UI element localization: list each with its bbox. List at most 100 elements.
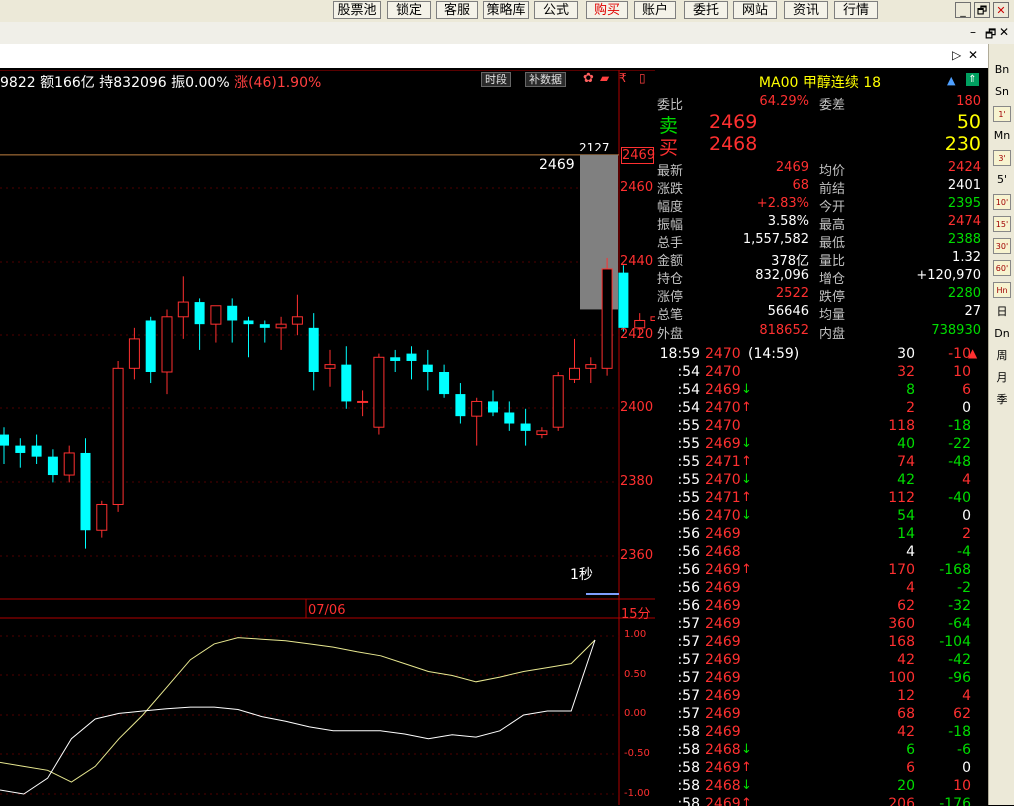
- period-3[interactable]: Mn: [993, 128, 1011, 144]
- quote-value: 2474: [947, 214, 981, 229]
- quote-label: 涨跌: [657, 182, 684, 197]
- period-14[interactable]: 月: [993, 370, 1011, 386]
- toolbar-button-8[interactable]: 网站: [733, 1, 777, 19]
- tick-row: :55 2470 118 -18: [655, 418, 985, 436]
- candle-body: [243, 320, 254, 325]
- buy-label: 买: [659, 137, 679, 159]
- tick-price: 2471: [705, 490, 741, 506]
- quote-value: 2395: [947, 196, 981, 211]
- tick-volume: 54: [897, 508, 915, 524]
- tick-open-interest: 10: [953, 778, 971, 794]
- play-icon[interactable]: ▷: [952, 48, 961, 62]
- toolbar-button-2[interactable]: 客服: [436, 1, 478, 19]
- price-axis-label: 2400: [620, 400, 654, 415]
- tick-volume: 74: [897, 454, 915, 470]
- candle-body: [210, 305, 222, 325]
- tick-time: 18:59: [659, 346, 700, 362]
- toolbar-button-4[interactable]: 公式: [534, 1, 578, 19]
- period-label: 15分: [621, 607, 651, 622]
- tick-time: :58: [677, 742, 700, 758]
- restore-icon[interactable]: –: [970, 25, 976, 39]
- restore-button[interactable]: 🗗: [974, 2, 990, 18]
- quote-label: 持仓: [657, 272, 684, 287]
- toolbar-button-10[interactable]: 行情: [834, 1, 878, 19]
- period-5[interactable]: 5': [993, 172, 1011, 188]
- quote-label: 增仓: [819, 272, 846, 287]
- period-2[interactable]: 1': [993, 106, 1011, 122]
- tick-volume: 20: [897, 778, 915, 794]
- candle-body: [455, 394, 466, 417]
- tick-row: :55 2471 ↑ 74 -48: [655, 454, 985, 472]
- candle-body: [194, 302, 205, 325]
- tick-row: :54 2470 32 10: [655, 364, 985, 382]
- period-4[interactable]: 3': [993, 150, 1011, 166]
- tick-open-interest: 62: [953, 706, 971, 722]
- period-0[interactable]: Bn: [993, 62, 1011, 78]
- toolbar-button-9[interactable]: 资讯: [784, 1, 828, 19]
- tick-volume: 42: [897, 724, 915, 740]
- price-label: 2469: [539, 157, 575, 173]
- period-15[interactable]: 季: [993, 392, 1011, 408]
- tick-volume: 62: [897, 598, 915, 614]
- tick-direction-icon: ↓: [741, 778, 752, 793]
- period-8[interactable]: 30': [993, 238, 1011, 254]
- tick-time: :57: [677, 688, 700, 704]
- close-icon[interactable]: ✕: [999, 25, 1009, 39]
- tick-volume: 42: [897, 472, 915, 488]
- candle-body: [227, 305, 238, 321]
- period-6[interactable]: 10': [993, 194, 1011, 210]
- quote-value: 27: [964, 304, 981, 319]
- panel-header: ▷ ✕: [0, 44, 988, 68]
- period-1[interactable]: Sn: [993, 84, 1011, 100]
- period-9[interactable]: 60': [993, 260, 1011, 276]
- period-12[interactable]: Dn: [993, 326, 1011, 342]
- close-panel-icon[interactable]: ✕: [968, 48, 978, 62]
- period-13[interactable]: 周: [993, 348, 1011, 364]
- tick-row: :57 2469 360 -64: [655, 616, 985, 634]
- secondary-bar: – 🗗 ✕: [0, 22, 1014, 44]
- toolbar-button-6[interactable]: 账户: [634, 1, 676, 19]
- period-7[interactable]: 15': [993, 216, 1011, 232]
- sell-volume: 50: [956, 111, 981, 133]
- tick-direction-icon: ↓: [741, 508, 752, 523]
- tick-direction-icon: ↑: [741, 490, 752, 505]
- tick-price: 2469: [705, 562, 741, 578]
- toolbar-button-1[interactable]: 锁定: [387, 1, 431, 19]
- tick-row: :54 2469 ↓ 8 6: [655, 382, 985, 400]
- weibi-value: 64.29%: [759, 94, 809, 109]
- candle-body: [161, 316, 173, 373]
- toolbar-button-5[interactable]: 购买: [586, 1, 628, 19]
- toolbar-button-7[interactable]: 委托: [684, 1, 728, 19]
- expand-icon[interactable]: ⇑: [966, 73, 979, 86]
- buy-price: 2468: [709, 133, 758, 155]
- tick-row: :56 2470 ↓ 54 0: [655, 508, 985, 526]
- period-10[interactable]: Hn: [993, 282, 1011, 298]
- quote-value: 832,096: [755, 268, 809, 283]
- close-button[interactable]: ✕: [993, 2, 1009, 18]
- tick-direction-icon: ↑: [741, 760, 752, 775]
- tick-open-interest: 0: [962, 760, 971, 776]
- quote-value: 1.32: [952, 250, 981, 265]
- period-11[interactable]: 日: [993, 304, 1011, 320]
- tick-volume: 6: [906, 742, 915, 758]
- pin-icon[interactable]: ▲: [947, 74, 955, 87]
- tick-price: 2469: [705, 706, 741, 722]
- candle-body: [0, 434, 9, 446]
- tick-time: :58: [677, 724, 700, 740]
- tick-open-interest: 6: [962, 382, 971, 398]
- tick-price: 2469: [705, 688, 741, 704]
- quote-value: 2280: [947, 286, 981, 301]
- tick-row: :56 2468 4 -4: [655, 544, 985, 562]
- quote-label: 最低: [819, 236, 846, 251]
- toolbar-button-0[interactable]: 股票池: [333, 1, 381, 19]
- tick-price: 2470: [705, 508, 741, 524]
- candle-body: [96, 503, 108, 531]
- tick-time: :57: [677, 634, 700, 650]
- quote-value: 2401: [947, 178, 981, 193]
- scroll-up-icon[interactable]: ▲: [968, 346, 977, 360]
- toolbar-button-3[interactable]: 策略库: [483, 1, 529, 19]
- quote-value: 2469: [775, 160, 809, 175]
- minimize-button[interactable]: _: [955, 2, 971, 18]
- tick-price: 2469: [705, 634, 741, 650]
- close-icon[interactable]: 🗗: [985, 25, 996, 46]
